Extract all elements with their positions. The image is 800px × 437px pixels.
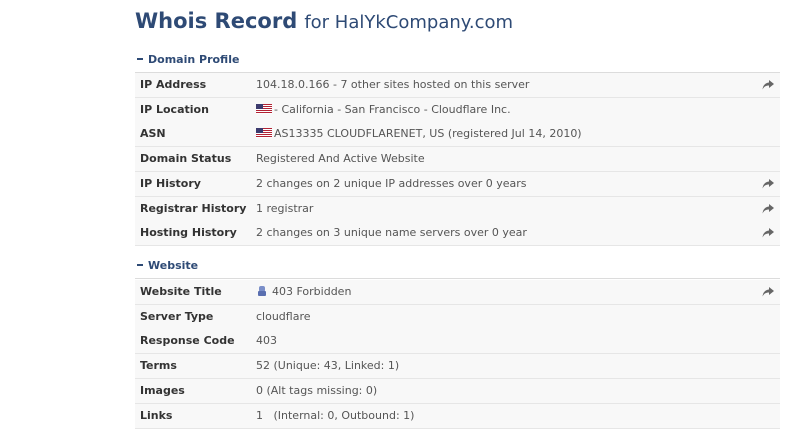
section-heading-label: Website [148, 259, 199, 272]
row-label: Terms [140, 359, 177, 373]
table-row: IP Address 104.18.0.166 - 7 other sites h… [135, 73, 780, 98]
row-label: Domain Status [140, 152, 232, 166]
table-row: IP Location - California - San Francisco … [135, 97, 780, 123]
row-value: Registered And Active Website [256, 152, 425, 166]
section-heading[interactable]: Website [135, 256, 780, 279]
row-value-container: 2 changes on 2 unique IP addresses over … [256, 172, 527, 196]
share-arrow-icon[interactable] [761, 280, 775, 304]
table-row: Registrar History 1 registrar [135, 196, 780, 222]
row-value: 403 [256, 334, 277, 348]
share-arrow-icon[interactable] [761, 221, 775, 245]
row-value-container: cloudflare [256, 305, 311, 329]
share-arrow-icon[interactable] [761, 172, 775, 196]
row-label: Website Title [140, 285, 222, 298]
collapse-minus-icon [137, 58, 143, 60]
row-label: Links [140, 408, 173, 422]
section-heading[interactable]: Domain Profile [135, 50, 780, 73]
table-row: Images 0 (Alt tags missing: 0) [135, 378, 780, 404]
row-value-container: 104.18.0.166 - 7 other sites hosted on t… [256, 73, 529, 97]
row-label: IP Location [140, 102, 209, 116]
us-flag-icon [256, 103, 272, 114]
share-arrow-icon[interactable] [761, 197, 775, 221]
row-value: 1 (Internal: 0, Outbound: 1) [256, 408, 415, 422]
table-row: ASN AS13335 CLOUDFLARENET, US (registered… [135, 122, 780, 148]
row-value-container: 1 (Internal: 0, Outbound: 1) [256, 404, 414, 428]
row-value: 104.18.0.166 - 7 other sites hosted on t… [256, 78, 530, 91]
row-label: Hosting History [140, 226, 237, 240]
page-title: Whois Record for HalYkCompany.com [135, 9, 513, 33]
row-value: 52 (Unique: 43, Linked: 1) [256, 359, 400, 373]
table-row: Server Type cloudflare [135, 304, 780, 330]
row-label: Response Code [140, 334, 235, 348]
collapse-minus-icon [137, 264, 143, 266]
row-value-container: 0 (Alt tags missing: 0) [256, 379, 377, 403]
row-value-container: 52 (Unique: 43, Linked: 1) [256, 354, 399, 378]
table-row: Website Title 403 Forbidden [135, 280, 780, 305]
page-title-domain: for HalYkCompany.com [304, 12, 514, 33]
row-label: Server Type [140, 309, 214, 323]
row-value-container: 1 registrar [256, 197, 313, 221]
row-value: 0 (Alt tags missing: 0) [256, 383, 378, 397]
row-label: IP History [140, 176, 201, 190]
row-label: IP Address [140, 78, 207, 91]
row-value: 1 registrar [256, 201, 314, 215]
table-row: IP History 2 changes on 2 unique IP addre… [135, 171, 780, 197]
table-row: Links 1 (Internal: 0, Outbound: 1) [135, 403, 780, 429]
row-value-container: AS13335 CLOUDFLARENET, US (registered Ju… [256, 122, 582, 146]
row-value: AS13335 CLOUDFLARENET, US (registered Ju… [274, 127, 582, 141]
row-value: 2 changes on 2 unique IP addresses over … [256, 176, 527, 190]
row-value: 2 changes on 3 unique name servers over … [256, 226, 527, 240]
share-arrow-icon[interactable] [761, 73, 775, 97]
row-label: Images [140, 383, 185, 397]
row-value-container: 403 [256, 329, 277, 353]
table-row: Domain Status Registered And Active Websi… [135, 147, 780, 173]
row-label: ASN [140, 127, 166, 141]
row-value: cloudflare [256, 309, 311, 323]
table-row: Hosting History 2 changes on 3 unique nam… [135, 221, 780, 247]
table-row: Terms 52 (Unique: 43, Linked: 1) [135, 354, 780, 380]
row-label: Registrar History [140, 201, 247, 215]
section-heading-label: Domain Profile [148, 53, 240, 66]
row-value: 403 Forbidden [272, 285, 352, 298]
row-value-container: 403 Forbidden [256, 280, 351, 304]
us-flag-icon [256, 128, 272, 139]
table-row: Response Code 403 [135, 329, 780, 355]
row-value-container: - California - San Francisco - Cloudflar… [256, 98, 511, 122]
site-favicon-icon [258, 286, 266, 296]
row-value-container: 2 changes on 3 unique name servers over … [256, 221, 527, 245]
row-value: - California - San Francisco - Cloudflar… [274, 102, 511, 116]
row-value-container: Registered And Active Website [256, 147, 425, 171]
page-title-main: Whois Record [135, 9, 298, 33]
